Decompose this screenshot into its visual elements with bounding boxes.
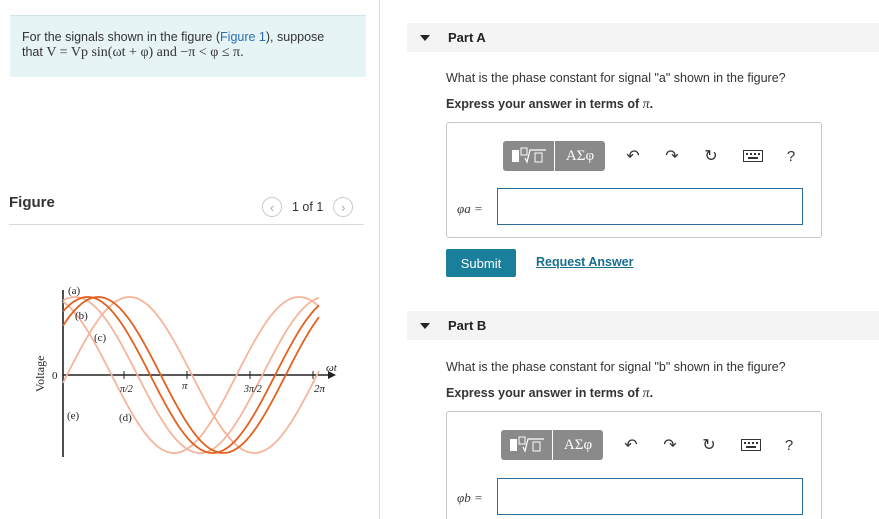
pi-symbol: π	[642, 97, 650, 112]
undo-icon[interactable]: ↶	[622, 145, 644, 167]
tick-label-3pi-half: 3π/2	[243, 384, 262, 395]
figure-link[interactable]: Figure 1	[220, 30, 266, 44]
part-b-instruction: Express your answer in terms of π.	[446, 386, 654, 401]
figure-pager: ‹ 1 of 1 ›	[262, 196, 354, 218]
part-a-answer-panel: ΑΣφ ↶ ↷ ↻ ? φa =	[446, 122, 822, 238]
part-b-answer-label: φb =	[457, 490, 483, 505]
signal-label-c: (c)	[94, 332, 107, 344]
left-panel: For the signals shown in the figure (Fig…	[0, 0, 380, 519]
part-a-instruction-text: Express your answer in terms of	[446, 97, 643, 111]
greek-symbols-button[interactable]: ΑΣφ	[553, 430, 603, 460]
redo-icon[interactable]: ↷	[659, 434, 681, 456]
keyboard-icon[interactable]	[740, 434, 762, 456]
redo-icon[interactable]: ↷	[661, 145, 683, 167]
math-toolbar: ΑΣφ ↶ ↷ ↻ ?	[501, 430, 800, 460]
problem-statement: For the signals shown in the figure (Fig…	[10, 15, 366, 77]
tick-label-2pi: 2π	[314, 383, 326, 395]
collapse-triangle-icon[interactable]	[420, 322, 430, 329]
part-a-title: Part A	[448, 30, 486, 45]
undo-icon[interactable]: ↶	[620, 434, 642, 456]
toolbar-button-group: ΑΣφ	[503, 141, 605, 171]
tick-label-pi-half: π/2	[120, 384, 133, 395]
signal-label-b: (b)	[75, 310, 88, 322]
prompt-text-after: ), suppose	[265, 30, 325, 44]
math-toolbar: ΑΣφ ↶ ↷ ↻ ?	[503, 141, 802, 171]
figure-divider	[9, 224, 364, 225]
submit-button[interactable]: Submit	[446, 249, 516, 277]
signal-figure: Voltage 0 ωt π/2 π 3π/2 2π (a) (b) (c) (…	[33, 285, 338, 457]
tick-label-pi: π	[182, 380, 188, 392]
part-b-header[interactable]: Part B	[407, 311, 879, 340]
keyboard-icon[interactable]	[742, 145, 764, 167]
request-answer-link[interactable]: Request Answer	[536, 255, 633, 269]
x-axis-label: ωt	[326, 362, 338, 374]
signal-label-a: (a)	[68, 285, 81, 297]
reset-icon[interactable]: ↻	[700, 145, 722, 167]
chevron-right-icon[interactable]: ›	[333, 197, 354, 217]
pager-label: 1 of 1	[292, 200, 324, 214]
part-b-title: Part B	[448, 318, 487, 333]
template-sqrt-icon[interactable]	[501, 430, 553, 460]
chevron-left-icon[interactable]: ‹	[262, 197, 282, 217]
signal-label-e: (e)	[67, 410, 80, 422]
prompt-equation: V = Vp sin(ωt + φ) and −π < φ ≤ π.	[46, 45, 244, 60]
zero-label: 0	[52, 370, 58, 382]
collapse-triangle-icon[interactable]	[420, 34, 430, 41]
part-a-header[interactable]: Part A	[407, 23, 879, 52]
help-button[interactable]: ?	[780, 145, 802, 167]
pi-symbol: π	[642, 386, 650, 401]
part-a-instruction: Express your answer in terms of π.	[446, 97, 654, 112]
part-a-answer-label: φa =	[457, 201, 483, 216]
reset-icon[interactable]: ↻	[698, 434, 720, 456]
figure-title: Figure	[9, 194, 55, 211]
greek-symbols-button[interactable]: ΑΣφ	[555, 141, 605, 171]
signal-label-d: (d)	[119, 412, 132, 424]
part-b-answer-input[interactable]	[497, 478, 803, 515]
part-a-question: What is the phase constant for signal "a…	[446, 71, 786, 85]
part-a-answer-input[interactable]	[497, 188, 803, 225]
template-sqrt-icon[interactable]	[503, 141, 555, 171]
part-b-answer-panel: ΑΣφ ↶ ↷ ↻ ? φb =	[446, 411, 822, 519]
part-b-instruction-text: Express your answer in terms of	[446, 386, 643, 400]
voltage-label: Voltage	[33, 356, 47, 392]
toolbar-button-group: ΑΣφ	[501, 430, 603, 460]
prompt-text: For the signals shown in the figure (	[22, 30, 221, 44]
help-button[interactable]: ?	[778, 434, 800, 456]
part-b-question: What is the phase constant for signal "b…	[446, 360, 786, 374]
prompt-line2-prefix: that	[22, 45, 47, 59]
